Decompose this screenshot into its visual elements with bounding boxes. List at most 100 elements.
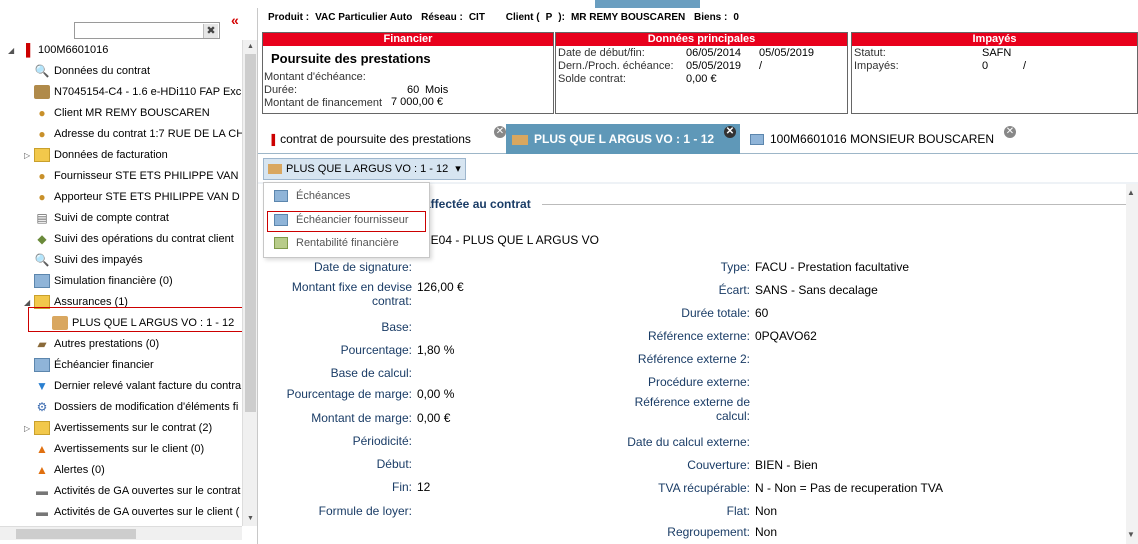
- activity-icon: ▬: [36, 505, 48, 520]
- insurance-dropdown-button[interactable]: PLUS QUE L ARGUS VO : 1 - 12 ▾: [263, 158, 466, 180]
- tree-node-activites-contrat[interactable]: ▬ Activités de GA ouvertes sur le contrat: [34, 481, 240, 501]
- tree-node-donnees-contrat[interactable]: 🔍 Données du contrat: [34, 61, 151, 81]
- field-label: Écart:: [718, 283, 750, 297]
- scroll-up-icon[interactable]: ▲: [243, 40, 258, 54]
- top-strip: [0, 0, 1138, 8]
- collapse-triangle-icon[interactable]: ◢: [24, 298, 30, 307]
- field-value: /: [1023, 60, 1027, 72]
- tree-node-simulation[interactable]: Simulation financière (0): [34, 271, 173, 291]
- field-value: 12: [417, 480, 431, 494]
- tree-node-dernier-releve[interactable]: ▼ Dernier relevé valant facture du contra: [34, 376, 241, 396]
- field-label: Date du calcul externe:: [627, 435, 750, 449]
- menu-item-rentabilite[interactable]: Rentabilité financière: [268, 233, 426, 253]
- field-label: Référence externe:: [647, 329, 750, 343]
- scroll-up-icon[interactable]: ▲: [1127, 188, 1135, 197]
- search-input[interactable]: [74, 22, 220, 39]
- expand-triangle-icon[interactable]: ▷: [24, 424, 30, 433]
- tree-node-alertes[interactable]: ▲ Alertes (0): [34, 460, 105, 480]
- person-icon: ●: [38, 127, 46, 142]
- tree-node-facturation[interactable]: Données de facturation: [34, 145, 168, 165]
- product-info-bar: Produit : VAC Particulier Auto Réseau : CI…: [268, 12, 739, 23]
- field-label: Flat:: [726, 504, 750, 518]
- tab-plus-que-argus[interactable]: PLUS QUE L ARGUS VO : 1 - 12 ✕: [506, 124, 740, 154]
- collapse-sidebar-button[interactable]: «: [231, 12, 239, 28]
- tree-node-suivi-compte[interactable]: ▤ Suivi de compte contrat: [34, 208, 169, 228]
- dropdown-menu: Échéances Échéancier fournisseur Rentabi…: [263, 182, 430, 258]
- contract-tree: ◢ ▐ 100M6601016 🔍 Données du contrat N7045…: [0, 40, 242, 526]
- tree-node-vehicle[interactable]: N7045154-C4 - 1.6 e-HDi110 FAP Exc: [34, 82, 241, 102]
- field-label: Dern./Proch. échéance:: [558, 60, 674, 72]
- invoice-icon: ▼: [36, 379, 48, 394]
- tab-contract-bouscaren[interactable]: 100M6601016 MONSIEUR BOUSCAREN ✕: [744, 124, 1022, 154]
- folder-icon: [34, 421, 50, 436]
- car-icon: [34, 85, 50, 100]
- field-label: Couverture:: [687, 458, 750, 472]
- tree-node-adresse[interactable]: ● Adresse du contrat 1:7 RUE DE LA CH: [34, 124, 242, 144]
- scroll-down-icon[interactable]: ▼: [243, 512, 258, 526]
- field-value: 0,00 €: [417, 411, 451, 425]
- panel-title: Financier: [263, 33, 553, 46]
- contract-icon: ▐: [268, 135, 276, 146]
- close-tab-icon[interactable]: ✕: [494, 126, 506, 138]
- field-label: Montant d'échéance:: [264, 71, 366, 83]
- activity-icon: ▬: [36, 484, 48, 499]
- field-value: 0,00 €: [686, 73, 717, 85]
- tree-node-impayes[interactable]: 🔍 Suivi des impayés: [34, 250, 143, 270]
- scroll-down-icon[interactable]: ▼: [1127, 530, 1135, 539]
- field-value: Mois: [425, 84, 449, 96]
- field-label: Statut:: [854, 47, 886, 59]
- schedule-icon: [750, 134, 764, 146]
- section-title: affectée au contrat: [424, 197, 531, 211]
- sidebar-horizontal-scrollbar[interactable]: [0, 526, 242, 540]
- field-value: 60: [755, 306, 769, 320]
- field-value: 0: [982, 60, 989, 72]
- field-label: Référence externe de: [634, 395, 750, 409]
- field-value: SAFN: [982, 47, 1012, 59]
- field-label: TVA récupérable:: [658, 481, 750, 495]
- tree-node-autres-prestations[interactable]: ▰ Autres prestations (0): [34, 334, 159, 354]
- sidebar: « ✖ ◢ ▐ 100M6601016 🔍 Données du contrat N…: [0, 8, 258, 544]
- field-value: BIEN - Bien: [755, 458, 818, 472]
- donnees-principales-panel: Données principales Date de début/fin: 0…: [555, 32, 848, 114]
- tree-node-avertissements-client[interactable]: ▲ Avertissements sur le client (0): [34, 439, 204, 459]
- menu-item-echeances[interactable]: Échéances: [268, 186, 426, 206]
- warning-icon: ▲: [36, 442, 48, 457]
- field-value: FACU - Prestation facultative: [755, 260, 910, 274]
- tree-node-suivi-operations[interactable]: ◆ Suivi des opérations du contrat client: [34, 229, 233, 249]
- tree-node-contract[interactable]: ▐ 100M6601016: [18, 40, 109, 60]
- field-label: Référence externe 2:: [637, 352, 750, 366]
- field-label: Base de calcul:: [330, 366, 412, 380]
- tree-node-client[interactable]: ● Client MR REMY BOUSCAREN: [34, 103, 209, 123]
- field-label: Regroupement:: [667, 525, 750, 539]
- field-label: Fin:: [391, 480, 412, 494]
- tab-bar: ▐ contrat de poursuite des prestations ✕ …: [258, 120, 1138, 154]
- field-label: Montant de financement: [264, 97, 383, 109]
- field-value: 06/05/2014: [686, 47, 742, 59]
- expand-triangle-icon[interactable]: ▷: [24, 151, 30, 160]
- menu-item-highlight: [267, 211, 426, 232]
- product-code-line: 2E04 - PLUS QUE L ARGUS VO: [424, 233, 599, 247]
- tab-poursuite-prestations[interactable]: ▐ contrat de poursuite des prestations ✕: [262, 124, 508, 154]
- top-tab-indicator: [595, 0, 700, 8]
- tree-node-dossiers[interactable]: ⚙ Dossiers de modification d'éléments fi: [34, 397, 239, 417]
- field-label: calcul:: [715, 409, 750, 423]
- operations-icon: ◆: [37, 232, 47, 247]
- clear-search-icon[interactable]: ✖: [203, 24, 218, 38]
- close-tab-icon[interactable]: ✕: [1004, 126, 1016, 138]
- field-label: Durée totale:: [681, 306, 750, 320]
- tree-node-fournisseur[interactable]: ● Fournisseur STE ETS PHILIPPE VAN: [34, 166, 238, 186]
- field-label: Solde contrat:: [558, 73, 626, 85]
- tree-node-avertissements-contrat[interactable]: Avertissements sur le contrat (2): [34, 418, 212, 438]
- content-scrollbar[interactable]: ▲ ▼: [1126, 184, 1138, 544]
- scrollbar-thumb[interactable]: [16, 529, 136, 539]
- sidebar-vertical-scrollbar[interactable]: ▲ ▼: [242, 40, 257, 526]
- close-tab-icon[interactable]: ✕: [724, 126, 736, 138]
- scrollbar-thumb[interactable]: [245, 54, 256, 412]
- field-label: Périodicité:: [352, 434, 412, 448]
- field-value: 05/05/2019: [759, 47, 815, 59]
- expand-triangle-icon[interactable]: ◢: [8, 46, 14, 55]
- tree-node-apporteur[interactable]: ● Apporteur STE ETS PHILIPPE VAN D: [34, 187, 239, 207]
- tree-node-activites-client[interactable]: ▬ Activités de GA ouvertes sur le client …: [34, 502, 239, 522]
- field-value: /: [759, 60, 763, 72]
- tree-node-echeancier[interactable]: Échéancier financier: [34, 355, 154, 375]
